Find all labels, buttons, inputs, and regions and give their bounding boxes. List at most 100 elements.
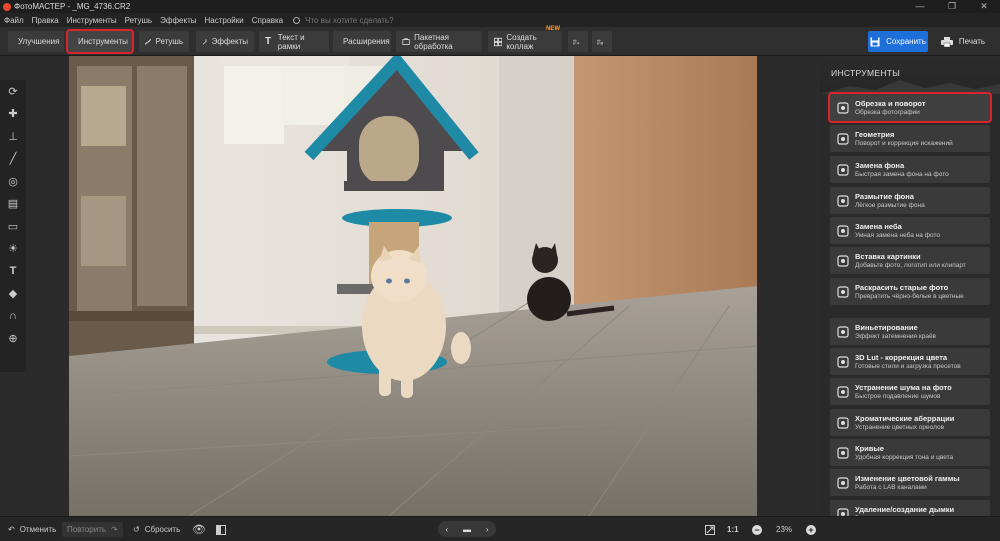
radial-icon[interactable]: ◎	[0, 170, 26, 193]
text-icon[interactable]: T	[0, 260, 26, 283]
tool-card-subtitle: Превратить чёрно-белые в цветные	[855, 292, 964, 300]
tab-text-frames-label: Текст и рамки	[277, 32, 305, 51]
app-logo-icon	[3, 2, 11, 11]
menu-tools[interactable]: Инструменты	[63, 16, 121, 25]
menu-retouch[interactable]: Ретушь	[121, 16, 157, 25]
undo-button[interactable]: ↶ Отменить	[8, 522, 56, 537]
tab-tools[interactable]: Инструменты	[66, 29, 134, 54]
image-navigation: ‹ ▬ ›	[438, 521, 496, 537]
tool-card[interactable]: Хроматические аберрации Устранение цветны…	[830, 409, 990, 436]
print-button[interactable]: Печать	[932, 31, 994, 52]
save-icon	[870, 37, 880, 46]
tool-card[interactable]: Изменение цветовой гаммы Работа с LAB кан…	[830, 469, 990, 496]
create-collage-label: Создать коллаж	[506, 32, 537, 51]
globe-icon[interactable]: ⊕	[0, 328, 26, 351]
left-tool-strip: ⟳ ✚ ⊥ ╱ ◎ ▤ ▭ ☀ T ◆ ∩ ⊕	[0, 80, 26, 372]
tab-enhancements-label: Улучшения	[18, 37, 60, 46]
list-add-icon	[573, 39, 579, 44]
brush-icon[interactable]: ╱	[0, 148, 26, 171]
collage-icon	[494, 37, 503, 46]
tool-card-subtitle: Эффект затемнения краёв	[855, 332, 937, 340]
tab-enhancements[interactable]: Улучшения	[8, 31, 64, 52]
maximize-button[interactable]: ❐	[936, 0, 968, 13]
create-collage-button[interactable]: Создать коллаж NEW	[488, 26, 562, 52]
vignette-icon	[837, 325, 849, 338]
reset-button[interactable]: ↺ Сбросить	[133, 522, 180, 537]
tool-card-subtitle: Удобная коррекция тона и цвета	[855, 453, 954, 461]
tool-card[interactable]: Геометрия Поворот и коррекция искажений	[830, 125, 990, 152]
menu-help[interactable]: Справка	[248, 16, 287, 25]
geometry-icon	[837, 132, 849, 145]
close-button[interactable]: ✕	[968, 0, 1000, 13]
tool-card[interactable]: Кривые Удобная коррекция тона и цвета	[830, 439, 990, 466]
tool-card[interactable]: Размытие фона Лёгкое размытие фона	[830, 187, 990, 214]
tool-card[interactable]: Раскрасить старые фото Превратить чёрно-б…	[830, 278, 990, 305]
prev-image-icon[interactable]: ‹	[445, 525, 448, 534]
gradient-icon[interactable]: ▤	[0, 193, 26, 216]
list-add-button[interactable]	[568, 31, 588, 52]
zoom-out-button[interactable]: −	[752, 522, 762, 537]
tool-card[interactable]: Виньетирование Эффект затемнения краёв	[830, 318, 990, 345]
text-icon: T	[265, 35, 272, 47]
rotate-icon[interactable]: ⟳	[0, 80, 26, 103]
reset-label: Сбросить	[144, 525, 181, 534]
tab-retouch[interactable]: Ретушь	[139, 31, 189, 52]
undo-label: Отменить	[19, 525, 57, 534]
tool-card-title: Устранение шума на фото	[855, 382, 952, 392]
minimize-button[interactable]: —	[904, 0, 936, 13]
photo-canvas[interactable]	[69, 56, 757, 516]
tool-card[interactable]: Замена фона Быстрая замена фона на фото	[830, 156, 990, 183]
actual-size-button[interactable]: 1:1	[727, 522, 739, 537]
tool-card-subtitle: Быстрая замена фона на фото	[855, 170, 949, 178]
magnet-icon[interactable]: ∩	[0, 305, 26, 328]
menu-effects[interactable]: Эффекты	[156, 16, 200, 25]
stamp-icon[interactable]: ⊥	[0, 125, 26, 148]
search-placeholder[interactable]: Что вы хотите сделать?	[305, 16, 393, 25]
menu-edit[interactable]: Правка	[28, 16, 63, 25]
tab-text-frames[interactable]: T Текст и рамки	[259, 31, 329, 52]
tool-card[interactable]: Устранение шума на фото Быстрое подавлени…	[830, 378, 990, 405]
noise-icon	[837, 385, 849, 398]
sun-icon[interactable]: ☀	[0, 238, 26, 261]
tool-card[interactable]: Вставка картинки Добавьте фото, логотип и…	[830, 247, 990, 274]
tool-card[interactable]: Обрезка и поворот Обрезка фотографии	[828, 92, 992, 123]
tool-card[interactable]: Замена неба Умная замена неба на фото	[830, 217, 990, 244]
search-box[interactable]: Что вы хотите сделать?	[293, 16, 394, 25]
next-image-icon[interactable]: ›	[486, 525, 489, 534]
lut-icon	[837, 355, 849, 368]
insert-image-icon	[837, 254, 849, 267]
photo-image	[69, 56, 757, 516]
tab-extensions-label: Расширения	[343, 37, 390, 46]
tool-card-subtitle: Устранение цветных ореолов	[855, 423, 945, 431]
menu-settings[interactable]: Настройки	[200, 16, 247, 25]
folder-icon[interactable]: ▬	[463, 525, 471, 534]
list-settings-button[interactable]	[592, 31, 612, 52]
tool-card-title: Изменение цветовой гаммы	[855, 473, 960, 483]
bandage-icon[interactable]: ✚	[0, 103, 26, 126]
background-icon	[837, 163, 849, 176]
tab-extensions[interactable]: Расширения	[333, 31, 391, 52]
fit-screen-icon[interactable]	[705, 522, 715, 537]
tool-card[interactable]: 3D Lut - коррекция цвета Готовые стили и …	[830, 348, 990, 375]
vignette-icon[interactable]: ▭	[0, 215, 26, 238]
zoom-in-icon: +	[806, 524, 816, 535]
redo-label: Повторить	[67, 525, 107, 534]
magic-wand-icon	[202, 38, 207, 45]
sky-icon	[837, 224, 849, 237]
compare-icon[interactable]	[216, 522, 226, 537]
tab-effects-label: Эффекты	[211, 37, 248, 46]
fill-icon[interactable]: ◆	[0, 283, 26, 306]
eye-icon[interactable]: 👁	[192, 522, 206, 537]
redo-button[interactable]: Повторить ↷	[62, 522, 123, 537]
menu-file[interactable]: Файл	[0, 16, 28, 25]
tool-card-title: Замена фона	[855, 160, 905, 170]
batch-processing-button[interactable]: Пакетная обработка	[396, 31, 482, 52]
window-title: ФотоМАСТЕР - _MG_4736.CR2	[14, 2, 131, 11]
save-button[interactable]: Сохранить	[868, 31, 928, 52]
brush-icon	[145, 38, 152, 45]
tool-card-title: Замена неба	[855, 221, 902, 231]
tool-card-subtitle: Обрезка фотографии	[855, 108, 920, 116]
tool-card-subtitle: Быстрое подавление шумов	[855, 392, 941, 400]
zoom-in-button[interactable]: +	[806, 522, 816, 537]
tab-effects[interactable]: Эффекты	[196, 31, 254, 52]
